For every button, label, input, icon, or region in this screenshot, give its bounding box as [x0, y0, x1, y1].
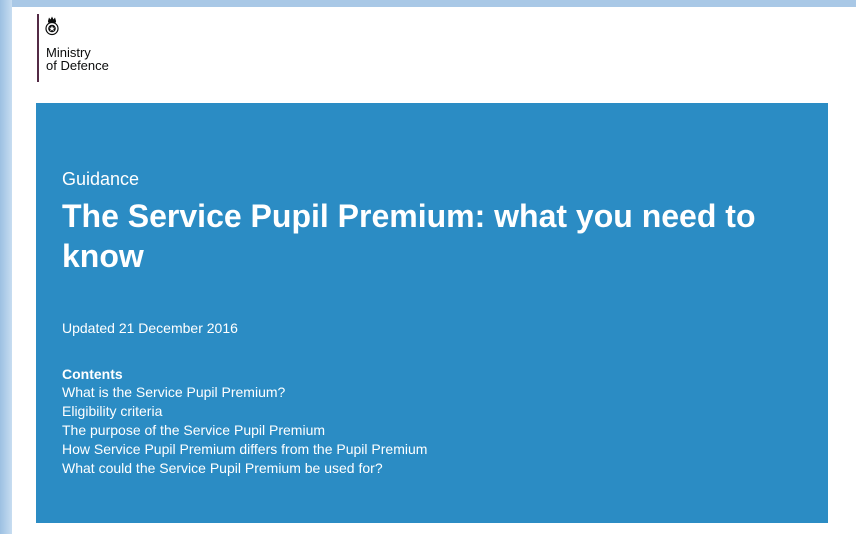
contents-item: How Service Pupil Premium differs from t… — [62, 440, 662, 459]
contents-list: What is the Service Pupil Premium? Eligi… — [62, 383, 662, 478]
contents-link-purpose[interactable]: The purpose of the Service Pupil Premium — [62, 422, 325, 438]
contents-heading: Contents — [62, 366, 123, 382]
page-title: The Service Pupil Premium: what you need… — [62, 198, 756, 274]
contents-link-uses[interactable]: What could the Service Pupil Premium be … — [62, 460, 383, 476]
guidance-header-banner: Guidance The Service Pupil Premium: what… — [36, 103, 828, 523]
contents-link-eligibility[interactable]: Eligibility criteria — [62, 403, 162, 419]
contents-item: Eligibility criteria — [62, 402, 662, 421]
window-left-edge — [0, 0, 12, 534]
page: Ministry of Defence Guidance The Service… — [12, 7, 856, 534]
updated-date: Updated 21 December 2016 — [62, 320, 238, 336]
contents-item: What could the Service Pupil Premium be … — [62, 459, 662, 478]
contents-item: The purpose of the Service Pupil Premium — [62, 421, 662, 440]
window-top-edge — [0, 0, 856, 7]
royal-crest-icon — [45, 16, 59, 36]
contents-navigation: Contents What is the Service Pupil Premi… — [62, 365, 662, 478]
contents-item: What is the Service Pupil Premium? — [62, 383, 662, 402]
document-type-label: Guidance — [62, 169, 140, 189]
organisation-name: Ministry of Defence — [46, 45, 109, 73]
organisation-logo-link[interactable]: Ministry of Defence — [37, 14, 109, 82]
contents-link-differences[interactable]: How Service Pupil Premium differs from t… — [62, 441, 427, 457]
contents-link-what-is-spp[interactable]: What is the Service Pupil Premium? — [62, 384, 285, 400]
